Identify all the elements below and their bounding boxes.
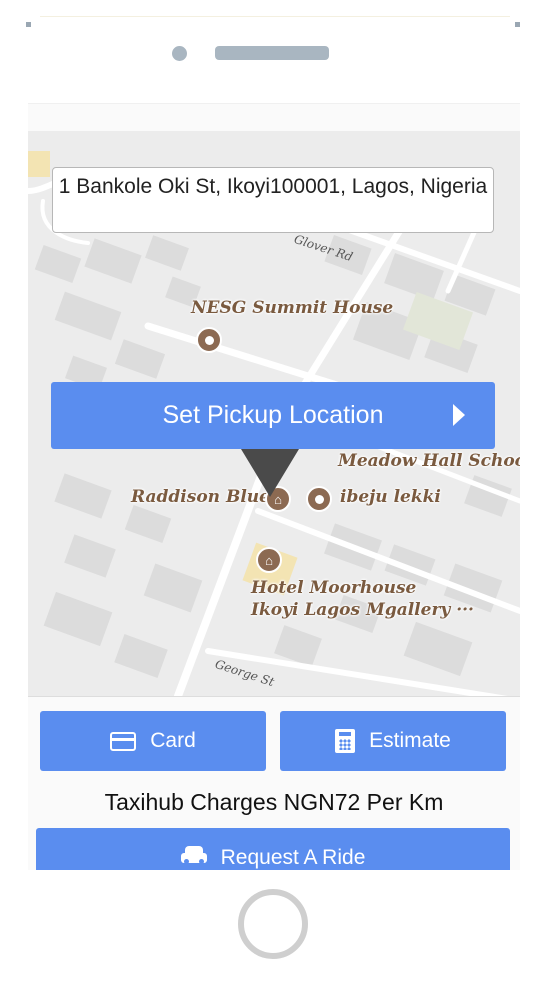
car-icon <box>180 846 207 866</box>
estimate-button[interactable]: Estimate <box>280 711 506 771</box>
status-strip <box>28 103 520 132</box>
map-view[interactable]: 1 Bankole Oki St, Ikoyi100001, Lagos, Ni… <box>28 131 520 696</box>
hotel-icon[interactable]: ⌂ <box>256 547 282 573</box>
app-screen: 1 Bankole Oki St, Ikoyi100001, Lagos, Ni… <box>28 103 520 870</box>
poi-label: NESG Summit House <box>191 298 394 318</box>
poi-label: ibeju lekki <box>340 487 441 507</box>
poi-label: Ikoyi Lagos Mgallery ··· <box>251 600 474 620</box>
card-button[interactable]: Card <box>40 711 266 771</box>
calculator-icon <box>335 729 356 753</box>
frame-corner <box>26 22 31 27</box>
pickup-marker-icon <box>241 449 299 497</box>
request-ride-button[interactable]: Request A Ride <box>36 828 510 870</box>
phone-frame: 1 Bankole Oki St, Ikoyi100001, Lagos, Ni… <box>0 0 550 988</box>
poi-label: Hotel Moorhouse <box>251 578 417 598</box>
poi-label: Meadow Hall Schoo <box>338 451 520 471</box>
credit-card-icon <box>110 731 137 751</box>
charges-text: Taxihub Charges NGN72 Per Km <box>104 789 444 815</box>
frame-corner <box>515 22 520 27</box>
place-icon[interactable] <box>196 327 222 353</box>
frame-top-edge <box>40 16 510 17</box>
set-pickup-button[interactable]: Set Pickup Location <box>51 382 495 449</box>
place-icon[interactable] <box>306 486 332 512</box>
front-camera <box>172 46 187 61</box>
estimate-label: Estimate <box>369 729 451 752</box>
ride-controls: Card Estimate Taxihub Charges NGN72 Per … <box>28 696 520 870</box>
card-label: Card <box>150 729 196 752</box>
set-pickup-label: Set Pickup Location <box>162 401 384 429</box>
play-arrow-icon <box>453 404 465 426</box>
speaker-grille <box>215 46 329 60</box>
request-ride-label: Request A Ride <box>220 846 366 869</box>
address-field[interactable]: 1 Bankole Oki St, Ikoyi100001, Lagos, Ni… <box>52 167 494 233</box>
home-button[interactable] <box>238 889 308 959</box>
